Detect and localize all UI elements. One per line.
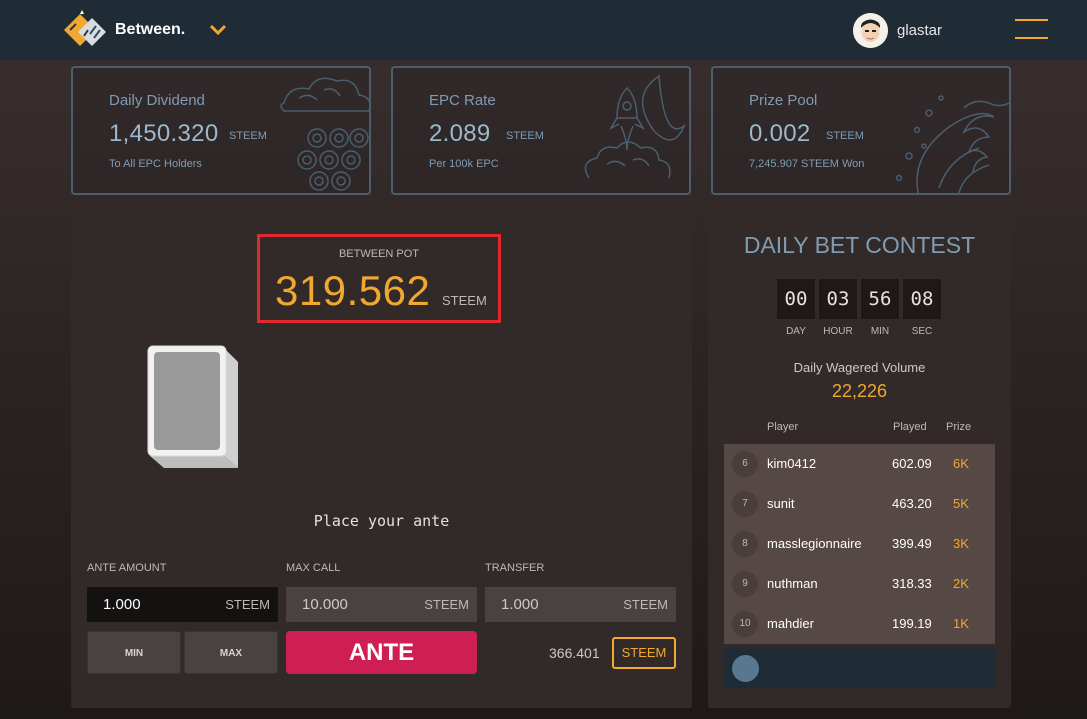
leaderboard-row[interactable]: 10 mahdier 199.19 1K xyxy=(724,604,995,644)
player-name[interactable]: sunit xyxy=(767,496,794,511)
card-icon xyxy=(147,345,238,468)
min-button[interactable]: MIN xyxy=(87,631,181,674)
wagered-volume-label: Daily Wagered Volume xyxy=(793,360,926,375)
prize-amount: 2K xyxy=(953,576,969,591)
timer-minutes: 56 xyxy=(861,279,899,319)
chevron-down-icon[interactable] xyxy=(208,22,228,38)
daily-bet-contest-panel: DAILY BET CONTEST 00 03 56 08 DAY HOUR M… xyxy=(708,216,1011,708)
stat-subtitle: 7,245.907 STEEM Won xyxy=(749,158,865,170)
leaderboard-row[interactable]: 8 masslegionnaire 399.49 3K xyxy=(724,524,995,564)
stat-unit: STEEM xyxy=(826,130,864,142)
timer-hours: 03 xyxy=(819,279,857,319)
column-header-played: Played xyxy=(893,421,927,433)
ante-amount-input[interactable]: 1.000 STEEM xyxy=(87,587,278,622)
timer-seconds: 08 xyxy=(903,279,941,319)
prize-amount: 5K xyxy=(953,496,969,511)
played-amount: 318.33 xyxy=(892,576,932,591)
pot-unit: STEEM xyxy=(442,293,487,308)
max-button[interactable]: MAX xyxy=(184,631,278,674)
max-call-input[interactable]: 10.000 STEEM xyxy=(286,587,477,622)
stat-subtitle: Per 100k EPC xyxy=(429,158,499,170)
stat-subtitle: To All EPC Holders xyxy=(109,158,202,170)
stat-unit: STEEM xyxy=(229,130,267,142)
stat-value: 0.002 xyxy=(749,120,811,147)
rank-badge: 6 xyxy=(732,451,758,477)
column-header-player: Player xyxy=(767,421,799,433)
place-ante-prompt: Place your ante xyxy=(313,512,450,530)
current-user-row xyxy=(724,648,995,688)
max-call-value[interactable]: 10.000 xyxy=(302,596,348,613)
prize-amount: 3K xyxy=(953,536,969,551)
avatar[interactable] xyxy=(853,13,888,48)
stat-title: Prize Pool xyxy=(749,92,818,109)
timer-label: HOUR xyxy=(823,326,853,337)
stat-title: EPC Rate xyxy=(429,92,496,109)
top-navbar: Between. glastar xyxy=(0,0,1087,60)
rank-badge: 8 xyxy=(732,531,758,557)
timer-label: DAY xyxy=(786,326,806,337)
pot-value: 319.562 xyxy=(275,267,431,314)
logo-icon[interactable] xyxy=(60,8,108,52)
ante-amount-value[interactable]: 1.000 xyxy=(103,596,141,613)
contest-title: DAILY BET CONTEST xyxy=(743,232,976,258)
played-amount: 399.49 xyxy=(892,536,932,551)
timer-days: 00 xyxy=(777,279,815,319)
transfer-label: TRANSFER xyxy=(485,562,545,574)
prize-amount: 1K xyxy=(953,616,969,631)
rank-badge: 7 xyxy=(732,491,758,517)
daily-dividend-card: Daily Dividend 1,450.320 STEEM To All EP… xyxy=(71,66,371,195)
game-panel: BETWEEN POT 319.562 STEEM Place your ant… xyxy=(71,216,692,708)
leaderboard-row[interactable]: 6 kim0412 602.09 6K xyxy=(724,444,995,484)
stat-value: 2.089 xyxy=(429,120,491,147)
leaderboard-row[interactable]: 9 nuthman 318.33 2K xyxy=(724,564,995,604)
rank-badge: 9 xyxy=(732,571,758,597)
rocket-moon-icon xyxy=(584,74,686,179)
prize-pool-card: Prize Pool 0.002 STEEM 7,245.907 STEEM W… xyxy=(711,66,1011,195)
wave-icon xyxy=(895,95,1009,193)
ante-button[interactable]: ANTE xyxy=(286,631,477,674)
timer-label: MIN xyxy=(870,326,890,337)
player-name[interactable]: mahdier xyxy=(767,616,814,631)
player-name[interactable]: masslegionnaire xyxy=(767,536,862,551)
stat-unit: STEEM xyxy=(506,130,544,142)
rank-badge: 10 xyxy=(732,611,758,637)
leaderboard-row[interactable]: 7 sunit 463.20 5K xyxy=(724,484,995,524)
player-name[interactable]: kim0412 xyxy=(767,456,816,471)
stat-value: 1,450.320 xyxy=(109,120,219,147)
epc-rate-card: EPC Rate 2.089 STEEM Per 100k EPC xyxy=(391,66,691,195)
user-avatar-placeholder xyxy=(732,655,759,682)
prize-amount: 6K xyxy=(953,456,969,471)
transfer-input[interactable]: 1.000 STEEM xyxy=(485,587,676,622)
played-amount: 199.19 xyxy=(892,616,932,631)
currency-steem-button[interactable]: STEEM xyxy=(612,637,676,669)
between-pot-box: BETWEEN POT 319.562 STEEM xyxy=(257,234,501,323)
wallet-balance: 366.401 xyxy=(549,645,600,661)
ante-amount-unit: STEEM xyxy=(225,597,270,612)
leaderboard: 6 kim0412 602.09 6K 7 sunit 463.20 5K 8 … xyxy=(724,444,995,644)
played-amount: 602.09 xyxy=(892,456,932,471)
transfer-unit: STEEM xyxy=(623,597,668,612)
player-name[interactable]: nuthman xyxy=(767,576,818,591)
max-call-label: MAX CALL xyxy=(286,562,341,574)
hamburger-menu-icon[interactable] xyxy=(1015,19,1048,41)
timer-label: SEC xyxy=(911,326,933,337)
max-call-unit: STEEM xyxy=(424,597,469,612)
pot-label: BETWEEN POT xyxy=(338,248,420,260)
played-amount: 463.20 xyxy=(892,496,932,511)
column-header-prize: Prize xyxy=(946,421,972,433)
wagered-volume-value: 22,226 xyxy=(831,381,888,401)
brand-name[interactable]: Between. xyxy=(115,21,185,39)
transfer-value[interactable]: 1.000 xyxy=(501,596,539,613)
ante-amount-label: ANTE AMOUNT xyxy=(87,562,167,574)
stat-title: Daily Dividend xyxy=(109,92,205,109)
username[interactable]: glastar xyxy=(897,22,942,39)
